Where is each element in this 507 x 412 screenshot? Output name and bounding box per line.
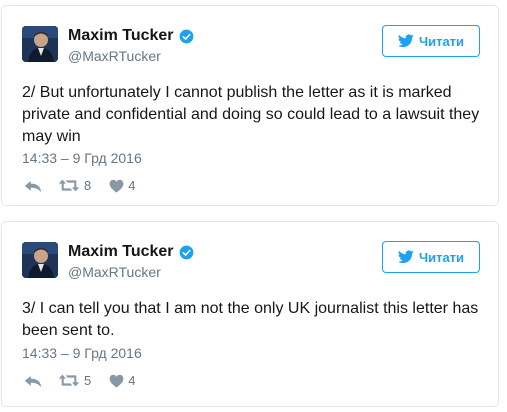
author-name[interactable]: Maxim Tucker xyxy=(68,27,174,45)
avatar-photo-icon xyxy=(22,242,58,278)
twitter-bird-icon xyxy=(397,250,414,264)
tweet-timestamp[interactable]: 14:33 – 9 Грд 2016 xyxy=(22,150,142,166)
tweet-text: 3/ I can tell you that I am not the only… xyxy=(22,300,479,339)
twitter-bird-icon xyxy=(397,34,414,48)
tweet-actions: 8 4 xyxy=(24,178,135,193)
retweet-button[interactable]: 8 xyxy=(58,178,91,193)
avatar[interactable] xyxy=(22,242,58,278)
follow-button[interactable]: Читати xyxy=(382,241,480,273)
tweet-timestamp[interactable]: 14:33 – 9 Грд 2016 xyxy=(22,345,142,361)
follow-button[interactable]: Читати xyxy=(382,25,480,57)
like-count: 4 xyxy=(128,373,136,388)
reply-icon xyxy=(24,181,42,193)
follow-button-label: Читати xyxy=(418,249,465,265)
tweet-card: Maxim Tucker @MaxRTucker Читати 2/ But u… xyxy=(1,5,499,206)
tweet-text: 2/ But unfortunately I cannot publish th… xyxy=(22,84,480,145)
tweet-actions: 5 4 xyxy=(24,373,135,388)
retweet-icon xyxy=(58,179,80,192)
verified-badge-icon xyxy=(179,29,193,43)
verified-badge-icon xyxy=(179,245,193,259)
author-handle[interactable]: @MaxRTucker xyxy=(68,264,161,280)
heart-icon xyxy=(109,374,124,388)
retweet-button[interactable]: 5 xyxy=(58,373,91,388)
follow-button-label: Читати xyxy=(418,33,465,49)
like-button[interactable]: 4 xyxy=(109,373,135,388)
author-handle[interactable]: @MaxRTucker xyxy=(68,48,161,64)
avatar-photo-icon xyxy=(22,26,58,62)
author-name[interactable]: Maxim Tucker xyxy=(68,243,174,261)
retweet-count: 5 xyxy=(84,373,92,388)
heart-icon xyxy=(109,179,124,193)
retweet-count: 8 xyxy=(84,178,92,193)
tweet-card: Maxim Tucker @MaxRTucker Читати 3/ I can… xyxy=(1,221,499,407)
reply-button[interactable] xyxy=(24,178,58,193)
reply-icon xyxy=(24,376,42,388)
retweet-icon xyxy=(58,374,80,387)
like-button[interactable]: 4 xyxy=(109,178,135,193)
reply-button[interactable] xyxy=(24,373,58,388)
like-count: 4 xyxy=(128,178,136,193)
avatar[interactable] xyxy=(22,26,58,62)
